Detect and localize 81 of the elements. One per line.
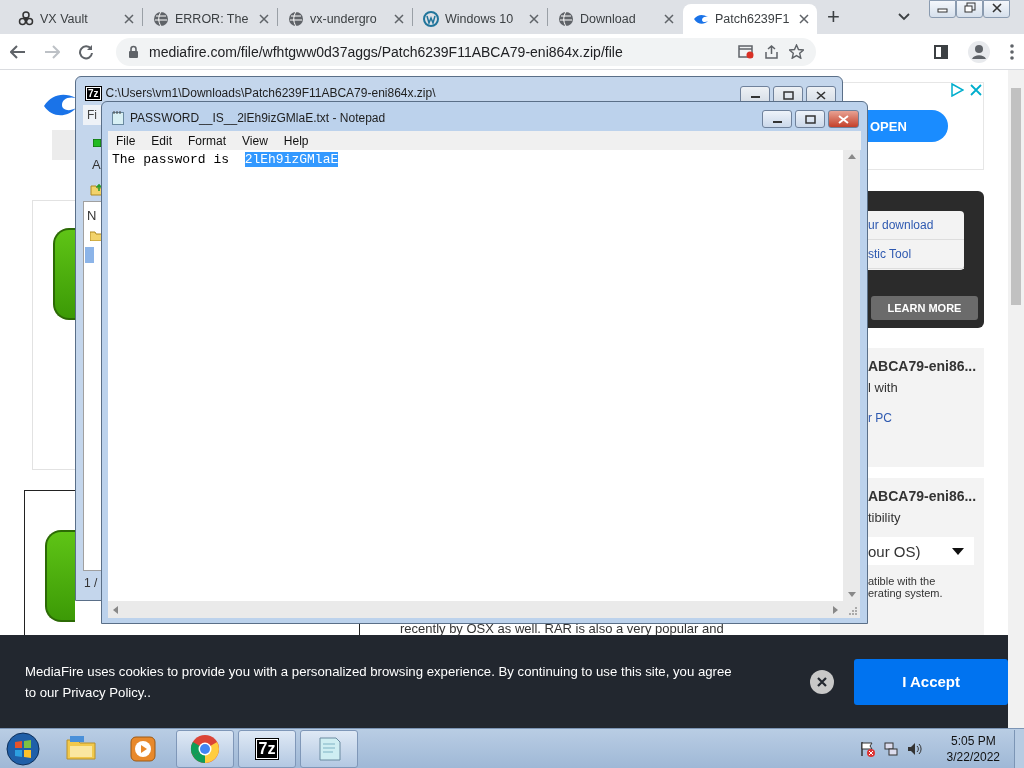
scrollbar[interactable] [843, 150, 860, 601]
cookie-message: MediaFire uses cookies to provide you with a personalized browsing experience. By continuing to use this site, you agree to our Privacy Policy.. [25, 662, 733, 702]
card-note: atible with the [868, 575, 937, 587]
menu-item[interactable]: View [242, 133, 268, 148]
page-button[interactable] [52, 130, 76, 160]
close-icon[interactable] [799, 14, 809, 24]
biohazard-icon [18, 11, 34, 27]
share-icon[interactable] [764, 44, 779, 59]
clock-date[interactable]: 3/22/2022 [946, 748, 1000, 765]
taskbar-button[interactable] [176, 729, 234, 768]
menu-item[interactable]: Format [188, 133, 227, 148]
reload-icon[interactable] [78, 43, 94, 60]
browser-tab[interactable]: Windows 10 [413, 4, 547, 34]
scrollbar[interactable] [108, 601, 843, 618]
scroll-up-icon[interactable] [847, 154, 856, 159]
card-text: l with [868, 380, 899, 395]
download-button[interactable] [53, 228, 75, 320]
profile-icon[interactable] [968, 40, 990, 63]
bookmark-star-icon[interactable] [789, 44, 804, 59]
window-title: PASSWORD__IS__2lEh9izGMlaE.txt - Notepad [130, 110, 386, 125]
notepad-icon [112, 110, 125, 125]
article-text: recently by OSX as well. RAR is also a very popular and [400, 623, 724, 635]
lock-icon [128, 45, 139, 58]
card-title: ABCA79-eni86... [868, 358, 978, 374]
globe-icon [558, 11, 574, 27]
promo-link[interactable]: ur download [868, 218, 934, 232]
card-title: ABCA79-eni86... [868, 488, 978, 504]
folder-icon [90, 231, 102, 241]
archive-logo: 7z [255, 738, 279, 759]
menu-item[interactable]: Fi [83, 105, 102, 125]
learn-more-button[interactable]: LEARN MORE [871, 296, 978, 320]
text-area[interactable]: The password is 2lEh9izGMlaE [108, 150, 843, 601]
scroll-right-icon[interactable] [833, 605, 838, 614]
archive-logo: 7z [86, 86, 101, 100]
wordpress-icon [423, 11, 439, 27]
scrollbar[interactable] [1008, 70, 1024, 728]
window-title: C:\Users\vm1\Downloads\Patch6239F11ABCA79-eni864x.zip\ [105, 86, 436, 100]
close-icon[interactable] [810, 669, 835, 694]
network-icon[interactable] [882, 740, 899, 757]
browser-tab[interactable]: Download [548, 4, 682, 34]
blocked-popup-icon[interactable] [738, 44, 754, 59]
taskbar-button[interactable] [300, 729, 358, 768]
scroll-down-icon[interactable] [847, 592, 856, 597]
menu-item[interactable]: Edit [151, 133, 173, 148]
download-button[interactable] [45, 530, 75, 622]
restore-icon[interactable] [962, 1, 977, 14]
menu-item[interactable]: File [116, 133, 136, 148]
back-icon[interactable] [10, 44, 26, 59]
toolbar-label: A [92, 157, 101, 172]
maximize-icon[interactable] [782, 90, 794, 100]
ad-choices-icon[interactable] [950, 83, 964, 97]
browser-tab[interactable]: Patch6239F1 [683, 4, 817, 34]
new-tab-button[interactable]: + [827, 6, 840, 28]
side-panel-icon[interactable] [934, 44, 948, 59]
browser-tab[interactable]: ERROR: The [143, 4, 277, 34]
browser-tab[interactable]: VX Vault [8, 4, 142, 34]
caret-icon [952, 547, 964, 555]
clock-time[interactable]: 5:05 PM [950, 732, 996, 749]
close-icon[interactable] [989, 1, 1004, 14]
promo-link[interactable]: stic Tool [868, 247, 912, 261]
os-dropdown[interactable]: our OS) [868, 537, 974, 565]
menu-icon[interactable] [1010, 43, 1014, 60]
globe-icon [288, 11, 304, 27]
card-link[interactable]: r PC [868, 411, 984, 425]
card-text: tibility [868, 510, 902, 525]
address-bar[interactable]: mediafire.com/file/wfhtgww0d37aggs/Patch6239F11ABCA79-eni864x.zip/file [116, 37, 816, 66]
globe-icon [153, 11, 169, 27]
accept-button[interactable]: I Accept [854, 658, 1008, 705]
column-header[interactable]: N [84, 202, 101, 223]
maximize-icon[interactable] [804, 114, 816, 124]
browser-tab[interactable]: vx-undergro [278, 4, 412, 34]
chevron-icon[interactable] [898, 13, 910, 21]
start-button[interactable] [6, 731, 40, 766]
add-icon[interactable] [93, 139, 101, 147]
flag-warning-icon[interactable] [858, 740, 875, 757]
status-text: 1 / [84, 576, 98, 590]
taskbar-button[interactable]: 7z [238, 729, 296, 768]
menu-item[interactable]: Help [283, 133, 309, 148]
scroll-left-icon[interactable] [113, 605, 118, 614]
close-icon[interactable] [815, 90, 827, 100]
card-note: erating system. [868, 587, 944, 599]
